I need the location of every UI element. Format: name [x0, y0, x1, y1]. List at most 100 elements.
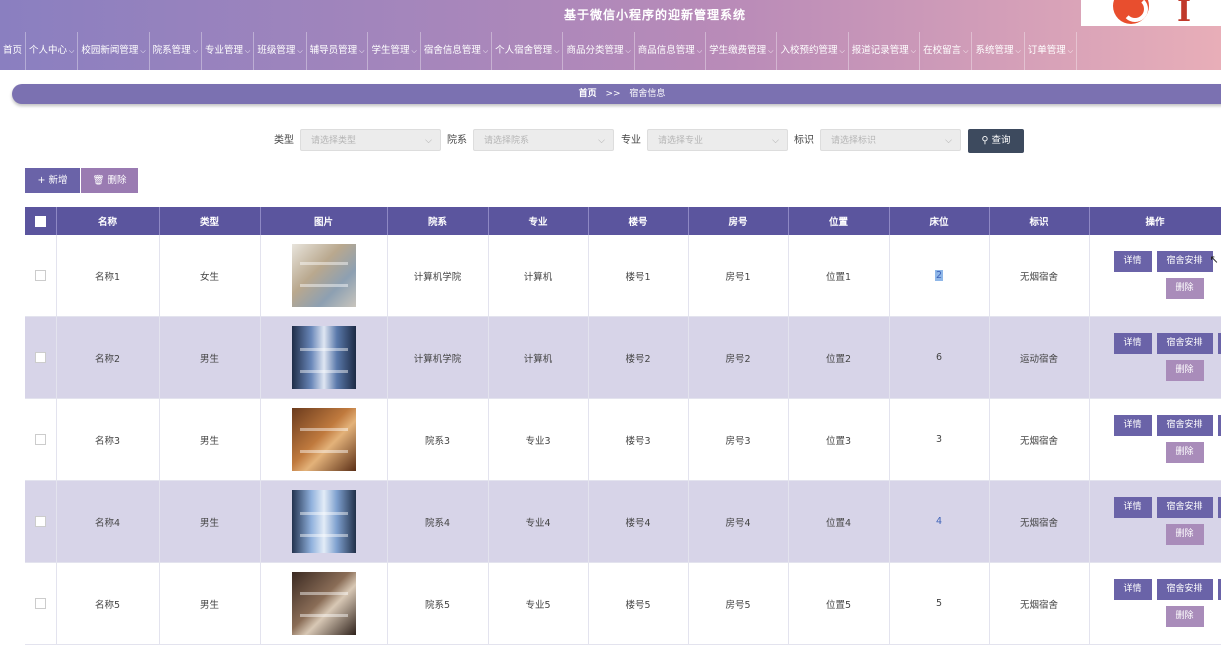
nav-item-system[interactable]: 系统管理⌵	[972, 32, 1024, 70]
col-actions: 操作	[1089, 207, 1221, 235]
type-select[interactable]: 请选择类型 ⌵	[300, 129, 441, 151]
cell-location: 位置5	[788, 563, 889, 645]
row-checkbox[interactable]	[35, 516, 46, 527]
logo-mark-icon	[1113, 0, 1149, 24]
cell-dept: 院系5	[387, 563, 488, 645]
dorm-assign-button[interactable]: 宿舍安排	[1157, 251, 1213, 272]
delete-button[interactable]: 删除	[1166, 360, 1204, 381]
col-image: 图片	[260, 207, 387, 235]
more-action-button[interactable]	[1218, 415, 1221, 436]
nav-item-major[interactable]: 专业管理⌵	[202, 32, 254, 70]
table-row: 名称5 男生 院系5 专业5 楼号5 房号5 位置5 5 无烟宿舍 详情 宿舍安…	[25, 563, 1221, 645]
dorm-assign-button[interactable]: 宿舍安排	[1157, 497, 1213, 518]
bulk-delete-button[interactable]: 🗑 删除	[81, 168, 138, 193]
tag-select[interactable]: 请选择标识 ⌵	[820, 129, 961, 151]
cell-type: 男生	[159, 563, 260, 645]
nav-item-report-record[interactable]: 报道记录管理⌵	[849, 32, 920, 70]
delete-button[interactable]: 删除	[1166, 442, 1204, 463]
chevron-down-icon: ⌵	[697, 32, 702, 70]
nav-item-class[interactable]: 班级管理⌵	[254, 32, 306, 70]
trash-icon: 🗑	[92, 175, 104, 186]
cell-major: 专业5	[488, 563, 588, 645]
nav-item-department[interactable]: 院系管理⌵	[150, 32, 202, 70]
table-row: 名称4 男生 院系4 专业4 楼号4 房号4 位置4 4 无烟宿舍 详情 宿舍安…	[25, 481, 1221, 563]
chevron-down-icon: ⌵	[140, 32, 145, 70]
row-checkbox[interactable]	[35, 598, 46, 609]
row-checkbox[interactable]	[35, 434, 46, 445]
delete-button[interactable]: 删除	[1166, 606, 1204, 627]
detail-button[interactable]: 详情	[1114, 251, 1152, 272]
nav-item-student-payment[interactable]: 学生缴费管理⌵	[706, 32, 777, 70]
cell-major: 计算机	[488, 235, 588, 317]
select-all-cell	[25, 207, 56, 235]
dorm-image[interactable]	[292, 326, 356, 389]
cell-beds: 5	[889, 563, 989, 645]
detail-button[interactable]: 详情	[1114, 497, 1152, 518]
search-button[interactable]: ⚲ 查询	[968, 129, 1024, 153]
app-title: 基于微信小程序的迎新管理系统	[0, 6, 1221, 23]
plus-icon: +	[37, 175, 45, 186]
cell-beds: 3	[889, 399, 989, 481]
nav-item-orders[interactable]: 订单管理⌵	[1025, 32, 1077, 70]
cell-building: 楼号2	[588, 317, 688, 399]
dorm-assign-button[interactable]: 宿舍安排	[1157, 333, 1213, 354]
row-checkbox[interactable]	[35, 352, 46, 363]
table-row: 名称3 男生 院系3 专业3 楼号3 房号3 位置3 3 无烟宿舍 详情 宿舍安…	[25, 399, 1221, 481]
cell-tag: 无烟宿舍	[989, 399, 1089, 481]
cell-tag: 运动宿舍	[989, 317, 1089, 399]
nav-item-personal-dorm[interactable]: 个人宿舍管理⌵	[492, 32, 563, 70]
cell-beds: 4	[889, 481, 989, 563]
row-checkbox[interactable]	[35, 270, 46, 281]
breadcrumb-home[interactable]: 首页	[579, 89, 597, 99]
nav-item-dorm-info[interactable]: 宿舍信息管理⌵	[421, 32, 492, 70]
col-beds: 床位	[889, 207, 989, 235]
chevron-down-icon: ⌵	[598, 130, 605, 152]
dorm-assign-button[interactable]: 宿舍安排	[1157, 579, 1213, 600]
dept-select[interactable]: 请选择院系 ⌵	[473, 129, 614, 151]
chevron-down-icon: ⌵	[772, 130, 779, 152]
dorm-image[interactable]	[292, 244, 356, 307]
nav-item-student[interactable]: 学生管理⌵	[368, 32, 420, 70]
cell-location: 位置4	[788, 481, 889, 563]
cell-major: 专业4	[488, 481, 588, 563]
nav-item-message[interactable]: 在校留言⌵	[920, 32, 972, 70]
dorm-assign-button[interactable]: 宿舍安排	[1157, 415, 1213, 436]
nav-item-counselor[interactable]: 辅导员管理⌵	[307, 32, 369, 70]
nav-item-campus-news[interactable]: 校园新闻管理⌵	[78, 32, 149, 70]
dorm-image[interactable]	[292, 408, 356, 471]
delete-button[interactable]: 删除	[1166, 278, 1204, 299]
chevron-down-icon: ⌵	[911, 32, 916, 70]
more-action-button[interactable]	[1218, 497, 1221, 518]
logo: I	[1081, 0, 1221, 26]
nav-item-personal-center[interactable]: 个人中心⌵	[26, 32, 78, 70]
chevron-down-icon: ⌵	[625, 32, 630, 70]
select-all-checkbox[interactable]	[35, 216, 46, 227]
chevron-down-icon: ⌵	[297, 32, 302, 70]
more-action-button[interactable]	[1218, 579, 1221, 600]
detail-button[interactable]: 详情	[1114, 415, 1152, 436]
cell-type: 男生	[159, 317, 260, 399]
major-select[interactable]: 请选择专业 ⌵	[647, 129, 788, 151]
chevron-down-icon: ⌵	[768, 32, 773, 70]
chevron-down-icon: ⌵	[412, 32, 417, 70]
cell-actions: 详情 宿舍安排 删除	[1089, 563, 1221, 645]
nav-item-home[interactable]: 首页	[0, 32, 26, 70]
chevron-down-icon: ⌵	[245, 32, 250, 70]
chevron-down-icon: ⌵	[483, 32, 488, 70]
detail-button[interactable]: 详情	[1114, 579, 1152, 600]
col-name: 名称	[56, 207, 159, 235]
nav-item-product-category[interactable]: 商品分类管理⌵	[563, 32, 634, 70]
more-action-button[interactable]	[1218, 333, 1221, 354]
cell-dept: 计算机学院	[387, 317, 488, 399]
add-button[interactable]: + 新增	[25, 168, 80, 193]
nav-item-entry-appointment[interactable]: 入校预约管理⌵	[777, 32, 848, 70]
detail-button[interactable]: 详情	[1114, 333, 1152, 354]
cell-room: 房号3	[688, 399, 788, 481]
nav-item-product-info[interactable]: 商品信息管理⌵	[635, 32, 706, 70]
cell-building: 楼号3	[588, 399, 688, 481]
cell-name: 名称4	[56, 481, 159, 563]
dorm-image[interactable]	[292, 572, 356, 635]
col-room: 房号	[688, 207, 788, 235]
delete-button[interactable]: 删除	[1166, 524, 1204, 545]
dorm-image[interactable]	[292, 490, 356, 553]
